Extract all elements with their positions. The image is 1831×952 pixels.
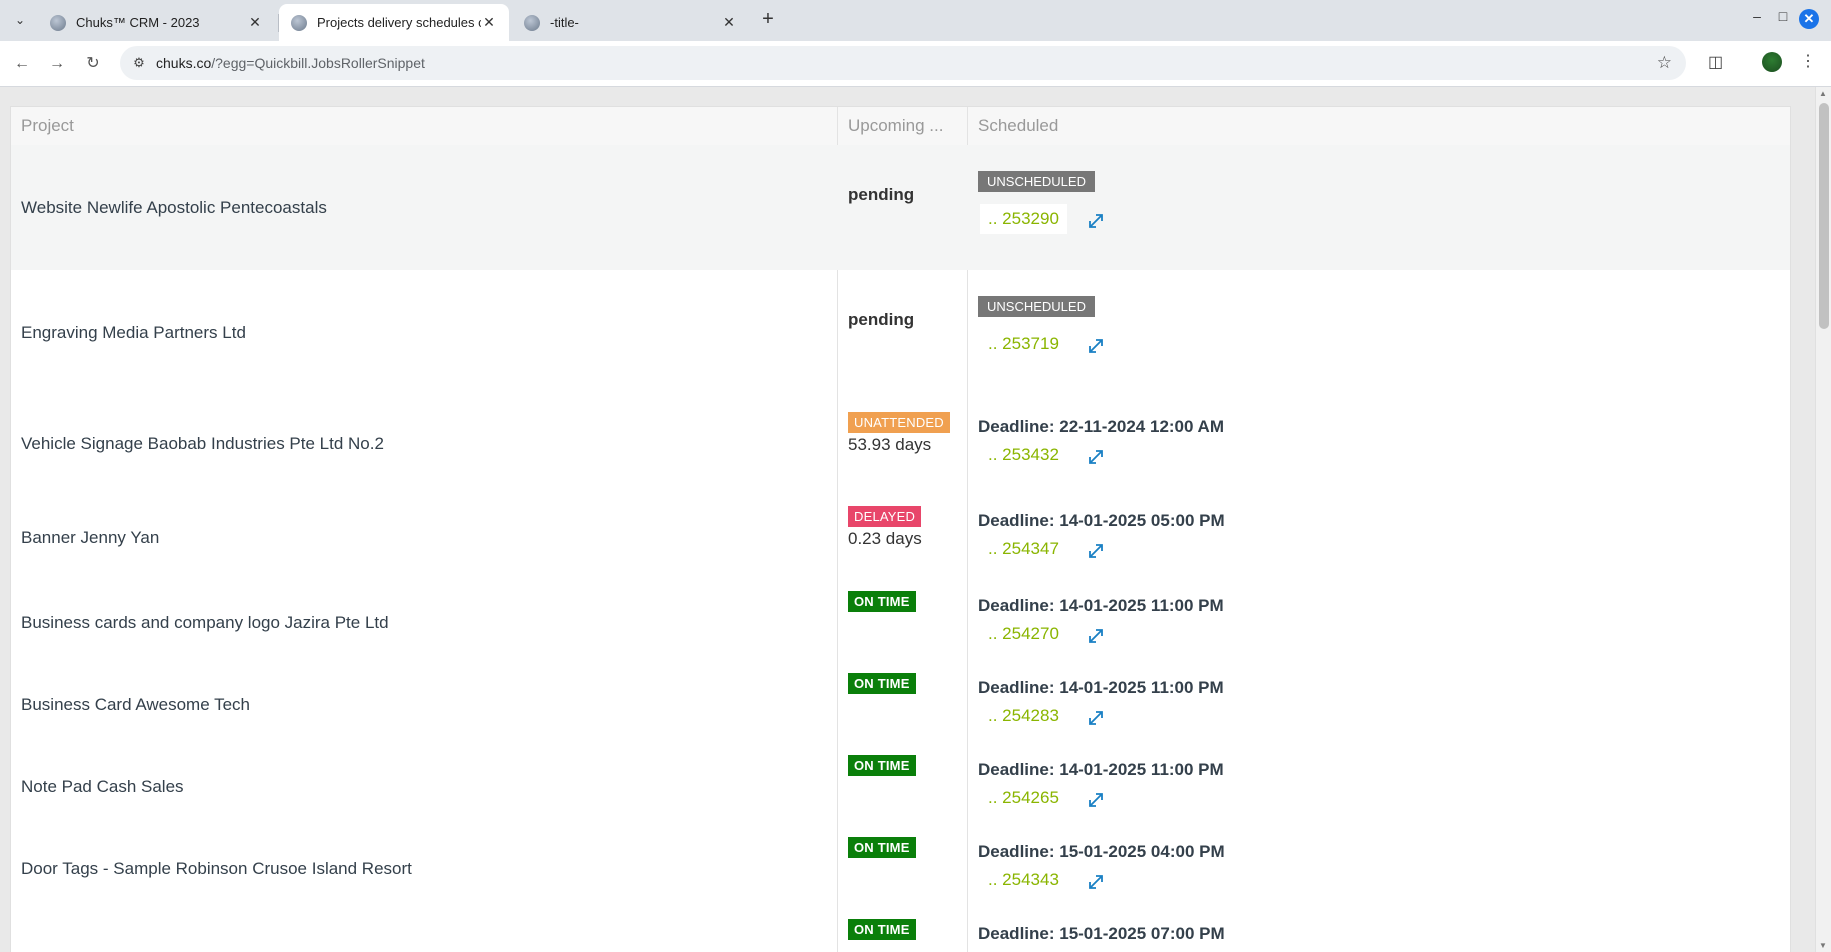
job-link[interactable]: .. 254265 bbox=[980, 783, 1067, 813]
profile-avatar[interactable] bbox=[1762, 52, 1782, 72]
project-name: Business cards and company logo Jazira P… bbox=[21, 613, 389, 632]
table-row[interactable]: ON TIME Deadline: 15-01-2025 07:00 PM bbox=[11, 910, 1790, 952]
site-settings-icon[interactable]: ⚙ bbox=[130, 54, 148, 72]
table-row[interactable]: Banner Jenny Yan DELAYED 0.23 days Deadline… bbox=[11, 493, 1790, 582]
status-badge: ON TIME bbox=[848, 919, 916, 940]
expand-icon[interactable] bbox=[1086, 872, 1106, 892]
deadline-text: Deadline: 14-01-2025 11:00 PM bbox=[978, 596, 1224, 615]
days-remaining: 0.23 days bbox=[848, 529, 922, 548]
tab-title: Projects delivery schedules c bbox=[317, 15, 481, 30]
status-badge: ON TIME bbox=[848, 755, 916, 776]
project-name: Business Card Awesome Tech bbox=[21, 695, 250, 714]
status-badge: UNATTENDED bbox=[848, 412, 950, 433]
job-link[interactable]: .. 254270 bbox=[980, 619, 1067, 649]
url-path: /?egg=Quickbill.JobsRollerSnippet bbox=[211, 55, 425, 71]
job-link[interactable]: .. 253432 bbox=[980, 440, 1067, 470]
expand-icon[interactable] bbox=[1086, 336, 1106, 356]
unscheduled-badge: UNSCHEDULED bbox=[978, 296, 1095, 317]
deadline-text: Deadline: 14-01-2025 05:00 PM bbox=[978, 511, 1225, 530]
tab-close-icon[interactable]: ✕ bbox=[247, 14, 263, 31]
deadline-text: Deadline: 15-01-2025 04:00 PM bbox=[978, 842, 1225, 861]
tab-search-chevron-icon[interactable]: ⌄ bbox=[9, 9, 31, 31]
expand-icon[interactable] bbox=[1086, 708, 1106, 728]
job-link[interactable]: .. 254343 bbox=[980, 865, 1067, 895]
address-bar[interactable]: ⚙ chuks.co/?egg=Quickbill.JobsRollerSnip… bbox=[120, 46, 1686, 80]
reload-icon[interactable]: ↻ bbox=[81, 52, 105, 76]
expand-icon[interactable] bbox=[1086, 790, 1106, 810]
page-scrollbar[interactable]: ▲ ▼ bbox=[1815, 87, 1831, 952]
tab-title: -title- bbox=[550, 15, 579, 30]
job-link[interactable]: .. 254283 bbox=[980, 701, 1067, 731]
table-row[interactable]: Door Tags - Sample Robinson Crusoe Islan… bbox=[11, 828, 1790, 910]
column-header-upcoming[interactable]: Upcoming ... bbox=[838, 107, 968, 145]
job-link[interactable]: .. 254347 bbox=[980, 534, 1067, 564]
new-tab-icon[interactable]: + bbox=[757, 8, 779, 30]
status-badge: ON TIME bbox=[848, 673, 916, 694]
expand-icon[interactable] bbox=[1086, 626, 1106, 646]
table-row[interactable]: Business Card Awesome Tech ON TIME Deadlin… bbox=[11, 664, 1790, 746]
table-row[interactable]: Website Newlife Apostolic Pentecoastals p… bbox=[11, 145, 1790, 270]
scroll-thumb[interactable] bbox=[1819, 103, 1829, 329]
status-badge: ON TIME bbox=[848, 837, 916, 858]
expand-icon[interactable] bbox=[1086, 447, 1106, 467]
project-name: Website Newlife Apostolic Pentecoastals bbox=[21, 198, 327, 217]
minimize-icon[interactable]: – bbox=[1746, 8, 1768, 24]
tab-crm[interactable]: Chuks™ CRM - 2023 ✕ bbox=[38, 4, 275, 41]
bookmark-star-icon[interactable]: ☆ bbox=[1657, 53, 1672, 73]
page-content: Project Upcoming ... Scheduled ▲ Website… bbox=[0, 87, 1815, 952]
deadline-text: Deadline: 14-01-2025 11:00 PM bbox=[978, 678, 1224, 697]
status-pending: pending bbox=[848, 185, 915, 204]
column-header-scheduled[interactable]: Scheduled bbox=[968, 107, 1790, 145]
scroll-down-icon[interactable]: ▼ bbox=[1819, 941, 1827, 950]
globe-icon bbox=[50, 14, 66, 31]
table-row[interactable]: Vehicle Signage Baobab Industries Pte Lt… bbox=[11, 395, 1790, 493]
project-name: Door Tags - Sample Robinson Crusoe Islan… bbox=[21, 859, 412, 878]
grid-header: Project Upcoming ... Scheduled bbox=[11, 107, 1790, 146]
window-close-icon[interactable]: ✕ bbox=[1799, 9, 1819, 29]
status-badge: ON TIME bbox=[848, 591, 916, 612]
back-icon[interactable]: ← bbox=[10, 52, 34, 76]
job-link[interactable]: .. 253290 bbox=[980, 204, 1067, 234]
days-remaining: 53.93 days bbox=[848, 435, 932, 454]
browser-toolbar: ← → ↻ ⚙ chuks.co/?egg=Quickbill.JobsRoll… bbox=[0, 41, 1831, 87]
maximize-icon[interactable]: □ bbox=[1772, 8, 1794, 24]
project-name: Note Pad Cash Sales bbox=[21, 777, 184, 796]
forward-icon[interactable]: → bbox=[45, 52, 69, 76]
project-name: Banner Jenny Yan bbox=[21, 528, 160, 547]
browser-menu-icon[interactable]: ⋮ bbox=[1800, 51, 1816, 71]
tab-untitled[interactable]: -title- ✕ bbox=[512, 4, 749, 41]
url-host: chuks.co bbox=[156, 55, 212, 71]
tab-close-icon[interactable]: ✕ bbox=[721, 14, 737, 31]
status-pending: pending bbox=[848, 310, 915, 329]
deadline-text: Deadline: 22-11-2024 12:00 AM bbox=[978, 417, 1224, 436]
url-text[interactable]: chuks.co/?egg=Quickbill.JobsRollerSnippe… bbox=[156, 55, 425, 71]
tab-title: Chuks™ CRM - 2023 bbox=[76, 15, 200, 30]
projects-grid: Project Upcoming ... Scheduled ▲ Website… bbox=[10, 106, 1791, 952]
unscheduled-badge: UNSCHEDULED bbox=[978, 171, 1095, 192]
expand-icon[interactable] bbox=[1086, 541, 1106, 561]
extensions-icon[interactable]: ◫ bbox=[1708, 52, 1723, 72]
table-row[interactable]: Engraving Media Partners Ltd pending UNSCH… bbox=[11, 270, 1790, 395]
table-row[interactable]: Business cards and company logo Jazira P… bbox=[11, 582, 1790, 664]
deadline-text: Deadline: 14-01-2025 11:00 PM bbox=[978, 760, 1224, 779]
project-name: Engraving Media Partners Ltd bbox=[21, 323, 246, 342]
globe-icon bbox=[524, 14, 540, 31]
deadline-text: Deadline: 15-01-2025 07:00 PM bbox=[978, 924, 1225, 943]
status-badge: DELAYED bbox=[848, 506, 922, 527]
table-row[interactable]: Note Pad Cash Sales ON TIME Deadline: 14-0… bbox=[11, 746, 1790, 828]
column-header-project[interactable]: Project bbox=[11, 107, 838, 145]
globe-icon bbox=[291, 14, 307, 31]
tab-projects[interactable]: Projects delivery schedules c ✕ bbox=[279, 4, 509, 41]
tab-close-icon[interactable]: ✕ bbox=[481, 14, 497, 31]
scroll-up-icon[interactable]: ▲ bbox=[1819, 89, 1827, 98]
browser-tab-bar: ⌄ Chuks™ CRM - 2023 ✕ Projects delivery … bbox=[0, 0, 1831, 41]
job-link[interactable]: .. 253719 bbox=[980, 329, 1067, 359]
project-name: Vehicle Signage Baobab Industries Pte Lt… bbox=[21, 434, 384, 453]
expand-icon[interactable] bbox=[1086, 211, 1106, 231]
